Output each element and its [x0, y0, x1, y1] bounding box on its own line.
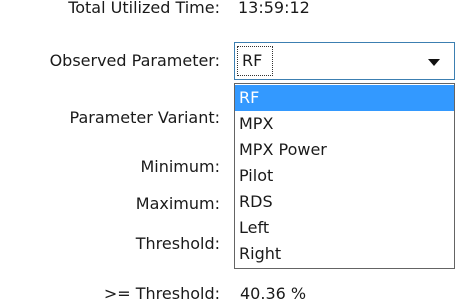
chevron-down-icon[interactable]: [428, 59, 440, 66]
observed-parameter-dropdown-list[interactable]: RF MPX MPX Power Pilot RDS Left Right: [234, 83, 455, 269]
focus-rectangle: [237, 46, 273, 76]
threshold-label: Threshold:: [135, 234, 220, 253]
parameter-variant-label: Parameter Variant:: [69, 108, 220, 127]
dropdown-option-mpx[interactable]: MPX: [235, 111, 454, 137]
maximum-label: Maximum:: [135, 194, 220, 213]
dropdown-option-right[interactable]: Right: [235, 241, 454, 267]
observed-parameter-select[interactable]: RF: [234, 42, 455, 80]
dropdown-option-pilot[interactable]: Pilot: [235, 163, 454, 189]
total-utilized-time-value: 13:59:12: [238, 0, 310, 17]
threshold-percent-label: >= Threshold:: [103, 284, 220, 303]
observed-parameter-label: Observed Parameter:: [49, 51, 220, 70]
total-utilized-time-label: Total Utilized Time:: [68, 0, 220, 17]
dropdown-option-mpx-power[interactable]: MPX Power: [235, 137, 454, 163]
dropdown-option-rf[interactable]: RF: [235, 85, 454, 111]
dropdown-option-left[interactable]: Left: [235, 215, 454, 241]
minimum-label: Minimum:: [140, 157, 220, 176]
dropdown-option-rds[interactable]: RDS: [235, 189, 454, 215]
threshold-percent-value: 40.36 %: [240, 284, 307, 303]
